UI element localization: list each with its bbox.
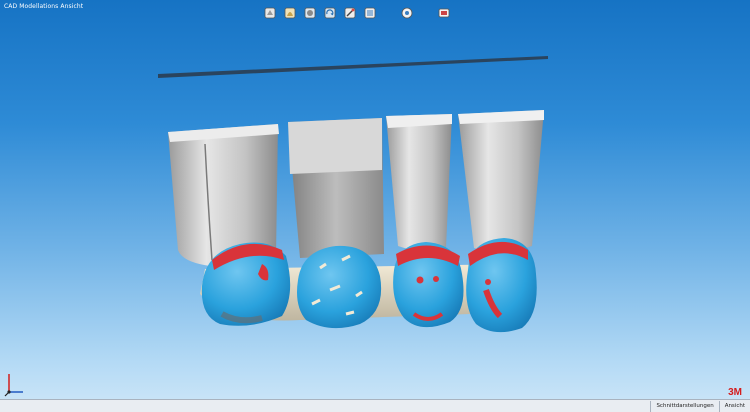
pontic-center — [297, 245, 382, 329]
status-bar: Schnittdarstellungen Ansicht — [0, 399, 750, 412]
die-right-center — [386, 114, 452, 251]
axis-gizmo-icon — [4, 374, 23, 397]
cad-window: CAD Modellations Ansicht 3M Schnittdarst… — [0, 0, 750, 412]
die-center — [288, 118, 384, 258]
die-right — [458, 110, 544, 252]
layers-icon[interactable] — [362, 6, 377, 21]
rotate-view-icon[interactable] — [322, 6, 337, 21]
window-title: CAD Modellations Ansicht — [4, 3, 84, 10]
view-top-icon[interactable] — [302, 6, 317, 21]
view-toolbar — [262, 4, 451, 22]
crown-right-center — [393, 242, 464, 328]
tab-ansicht[interactable]: Ansicht — [718, 400, 750, 412]
horizon-plane — [158, 56, 548, 78]
tab-schnittdarstellungen[interactable]: Schnittdarstellungen — [650, 400, 718, 412]
view-side-icon[interactable] — [282, 6, 297, 21]
tools-icon[interactable] — [342, 6, 357, 21]
info-icon[interactable] — [399, 6, 414, 21]
model-viewport[interactable] — [0, 24, 750, 400]
view-front-icon[interactable] — [262, 6, 277, 21]
crown-right — [466, 238, 537, 333]
brand-logo: 3M — [728, 387, 742, 398]
dental-model-render — [158, 56, 548, 333]
screenshot-icon[interactable] — [436, 6, 451, 21]
